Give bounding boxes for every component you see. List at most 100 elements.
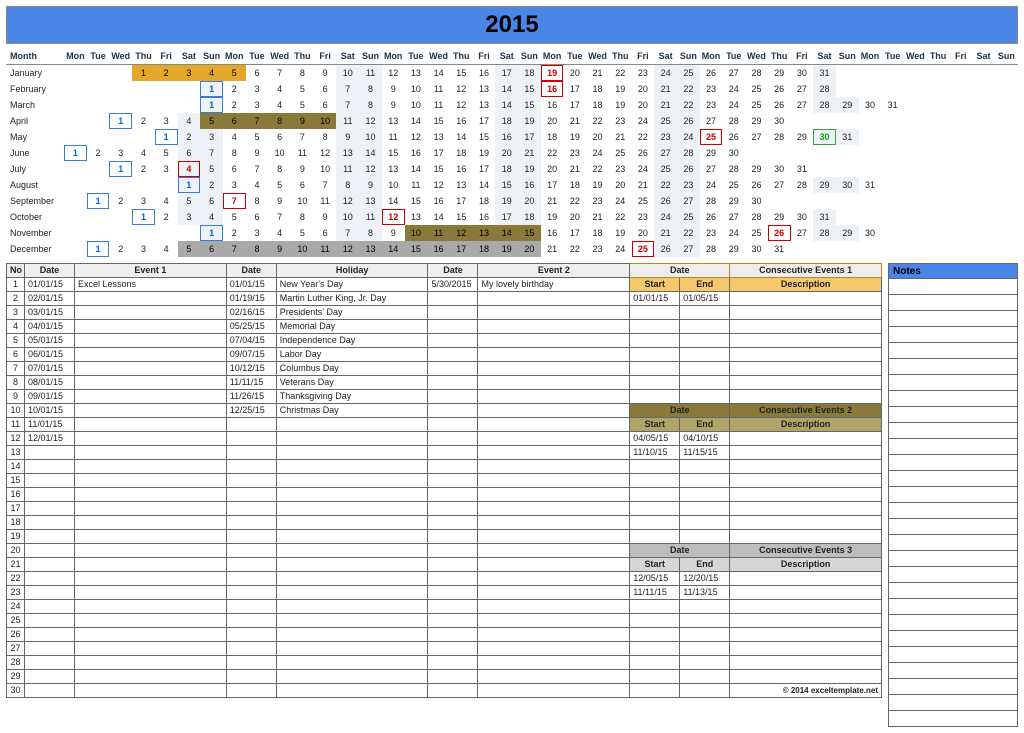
holiday-text[interactable]: Independence Day	[276, 334, 428, 348]
event2-date[interactable]	[428, 614, 478, 628]
note-cell[interactable]	[889, 423, 1018, 439]
event2-date[interactable]	[428, 348, 478, 362]
note-cell[interactable]	[889, 455, 1018, 471]
event2-text[interactable]	[478, 684, 630, 698]
event1-text[interactable]	[75, 390, 227, 404]
ce-desc[interactable]	[730, 488, 882, 502]
holiday-text[interactable]	[276, 516, 428, 530]
holiday-date[interactable]: 01/01/15	[226, 278, 276, 292]
event1-text[interactable]	[75, 600, 227, 614]
ce-start[interactable]	[630, 600, 680, 614]
holiday-text[interactable]	[276, 684, 428, 698]
note-cell[interactable]	[889, 583, 1018, 599]
ce-desc[interactable]	[730, 320, 882, 334]
event2-text[interactable]	[478, 586, 630, 600]
ce-start[interactable]	[630, 460, 680, 474]
event2-date[interactable]	[428, 516, 478, 530]
event2-date[interactable]	[428, 404, 478, 418]
holiday-date[interactable]	[226, 684, 276, 698]
event2-text[interactable]	[478, 320, 630, 334]
holiday-date[interactable]: 11/26/15	[226, 390, 276, 404]
ce-end[interactable]: 01/05/15	[680, 292, 730, 306]
holiday-text[interactable]	[276, 670, 428, 684]
note-cell[interactable]	[889, 407, 1018, 423]
event2-date[interactable]	[428, 460, 478, 474]
ce-start[interactable]: 11/11/15	[630, 586, 680, 600]
holiday-date[interactable]: 12/25/15	[226, 404, 276, 418]
event1-text[interactable]: Excel Lessons	[75, 278, 227, 292]
event1-date[interactable]: 06/01/15	[25, 348, 75, 362]
event1-text[interactable]	[75, 502, 227, 516]
ce-end[interactable]	[680, 306, 730, 320]
event2-text[interactable]	[478, 432, 630, 446]
ce-start[interactable]	[630, 348, 680, 362]
event2-text[interactable]	[478, 600, 630, 614]
ce-desc[interactable]	[730, 460, 882, 474]
event2-text[interactable]	[478, 642, 630, 656]
event2-date[interactable]	[428, 376, 478, 390]
ce-start[interactable]	[630, 628, 680, 642]
event1-text[interactable]	[75, 572, 227, 586]
holiday-date[interactable]: 05/25/15	[226, 320, 276, 334]
event1-date[interactable]: 08/01/15	[25, 376, 75, 390]
ce-start[interactable]	[630, 488, 680, 502]
ce-start[interactable]	[630, 334, 680, 348]
event1-text[interactable]	[75, 418, 227, 432]
event2-text[interactable]	[478, 292, 630, 306]
ce-start[interactable]: 04/05/15	[630, 432, 680, 446]
event1-date[interactable]	[25, 474, 75, 488]
ce-desc[interactable]	[730, 348, 882, 362]
holiday-date[interactable]: 07/04/15	[226, 334, 276, 348]
holiday-text[interactable]	[276, 474, 428, 488]
event2-text[interactable]	[478, 348, 630, 362]
ce-start[interactable]	[630, 502, 680, 516]
ce-end[interactable]: 11/15/15	[680, 446, 730, 460]
holiday-text[interactable]: New Year's Day	[276, 278, 428, 292]
event2-date[interactable]	[428, 334, 478, 348]
ce-end[interactable]	[680, 390, 730, 404]
holiday-date[interactable]	[226, 530, 276, 544]
note-cell[interactable]	[889, 487, 1018, 503]
event2-date[interactable]	[428, 628, 478, 642]
event2-text[interactable]	[478, 474, 630, 488]
note-cell[interactable]	[889, 695, 1018, 711]
holiday-date[interactable]	[226, 572, 276, 586]
holiday-text[interactable]	[276, 488, 428, 502]
ce-desc[interactable]	[730, 628, 882, 642]
event2-date[interactable]	[428, 600, 478, 614]
holiday-date[interactable]	[226, 628, 276, 642]
event1-text[interactable]	[75, 516, 227, 530]
event2-date[interactable]	[428, 642, 478, 656]
event2-date[interactable]: 5/30/2015	[428, 278, 478, 292]
note-cell[interactable]	[889, 391, 1018, 407]
event1-text[interactable]	[75, 320, 227, 334]
ce-end[interactable]	[680, 474, 730, 488]
ce-end[interactable]	[680, 320, 730, 334]
event1-date[interactable]	[25, 446, 75, 460]
event1-text[interactable]	[75, 348, 227, 362]
holiday-text[interactable]	[276, 656, 428, 670]
holiday-date[interactable]: 02/16/15	[226, 306, 276, 320]
event2-text[interactable]: My lovely birthday	[478, 278, 630, 292]
event2-text[interactable]	[478, 488, 630, 502]
event1-text[interactable]	[75, 586, 227, 600]
holiday-date[interactable]	[226, 600, 276, 614]
event2-text[interactable]	[478, 404, 630, 418]
ce-desc[interactable]	[730, 530, 882, 544]
event1-date[interactable]	[25, 600, 75, 614]
ce-end[interactable]: 11/13/15	[680, 586, 730, 600]
event1-text[interactable]	[75, 656, 227, 670]
event2-text[interactable]	[478, 446, 630, 460]
event2-date[interactable]	[428, 530, 478, 544]
event2-text[interactable]	[478, 502, 630, 516]
ce-desc[interactable]	[730, 306, 882, 320]
ce-desc[interactable]	[730, 656, 882, 670]
event2-date[interactable]	[428, 432, 478, 446]
event2-text[interactable]	[478, 628, 630, 642]
ce-desc[interactable]	[730, 446, 882, 460]
note-cell[interactable]	[889, 343, 1018, 359]
holiday-text[interactable]	[276, 558, 428, 572]
event1-text[interactable]	[75, 376, 227, 390]
ce-desc[interactable]	[730, 670, 882, 684]
holiday-date[interactable]	[226, 656, 276, 670]
